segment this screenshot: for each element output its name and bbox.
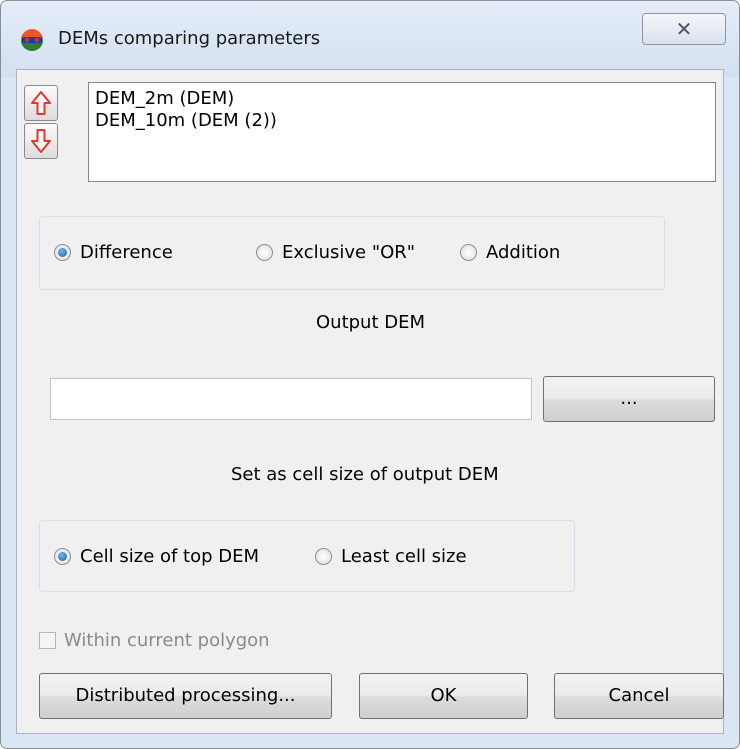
move-up-button[interactable] xyxy=(24,85,58,121)
dialog-body: DEM_2m (DEM) DEM_10m (DEM (2)) Differenc… xyxy=(16,69,724,734)
list-item[interactable]: DEM_2m (DEM) xyxy=(95,88,234,110)
radio-least-cell-size[interactable]: Least cell size xyxy=(315,546,467,567)
radio-difference[interactable]: Difference xyxy=(54,242,173,263)
dem-compare-icon xyxy=(21,29,43,51)
cancel-button[interactable]: Cancel xyxy=(554,673,724,719)
title-bar[interactable]: DEMs comparing parameters ✕ xyxy=(1,1,739,77)
radio-exclusive-or[interactable]: Exclusive "OR" xyxy=(256,242,415,263)
cell-size-label: Set as cell size of output DEM xyxy=(231,464,499,485)
list-item[interactable]: DEM_10m (DEM (2)) xyxy=(95,110,277,132)
operation-group: Difference Exclusive "OR" Addition xyxy=(39,216,665,290)
distributed-processing-button[interactable]: Distributed processing... xyxy=(39,673,332,719)
close-icon: ✕ xyxy=(675,17,693,41)
output-dem-input[interactable] xyxy=(50,378,532,420)
checkbox-box[interactable] xyxy=(39,632,56,649)
dem-layer-list[interactable]: DEM_2m (DEM) DEM_10m (DEM (2)) xyxy=(88,82,716,182)
radio-label: Exclusive "OR" xyxy=(282,242,416,263)
radio-cell-size-top-dem[interactable]: Cell size of top DEM xyxy=(54,546,259,567)
dialog-window: DEMs comparing parameters ✕ DEM_2m (DEM)… xyxy=(0,0,740,749)
checkbox-label: Within current polygon xyxy=(64,630,270,651)
browse-button[interactable]: ... xyxy=(543,376,715,422)
radio-indicator xyxy=(315,548,332,565)
move-down-button[interactable] xyxy=(24,123,58,159)
radio-indicator xyxy=(54,244,71,261)
radio-indicator xyxy=(460,244,477,261)
close-button[interactable]: ✕ xyxy=(642,13,726,45)
arrow-up-icon xyxy=(31,91,51,115)
arrow-down-icon xyxy=(31,129,51,153)
radio-indicator xyxy=(54,548,71,565)
radio-indicator xyxy=(256,244,273,261)
within-polygon-checkbox[interactable]: Within current polygon xyxy=(39,630,270,651)
window-title: DEMs comparing parameters xyxy=(58,28,321,49)
cell-size-group: Cell size of top DEM Least cell size xyxy=(39,520,575,592)
radio-addition[interactable]: Addition xyxy=(460,242,560,263)
radio-label: Cell size of top DEM xyxy=(80,546,260,567)
output-dem-label: Output DEM xyxy=(316,312,426,333)
radio-label: Addition xyxy=(486,242,561,263)
ok-button[interactable]: OK xyxy=(359,673,528,719)
radio-label: Difference xyxy=(80,242,173,263)
radio-label: Least cell size xyxy=(341,546,467,567)
